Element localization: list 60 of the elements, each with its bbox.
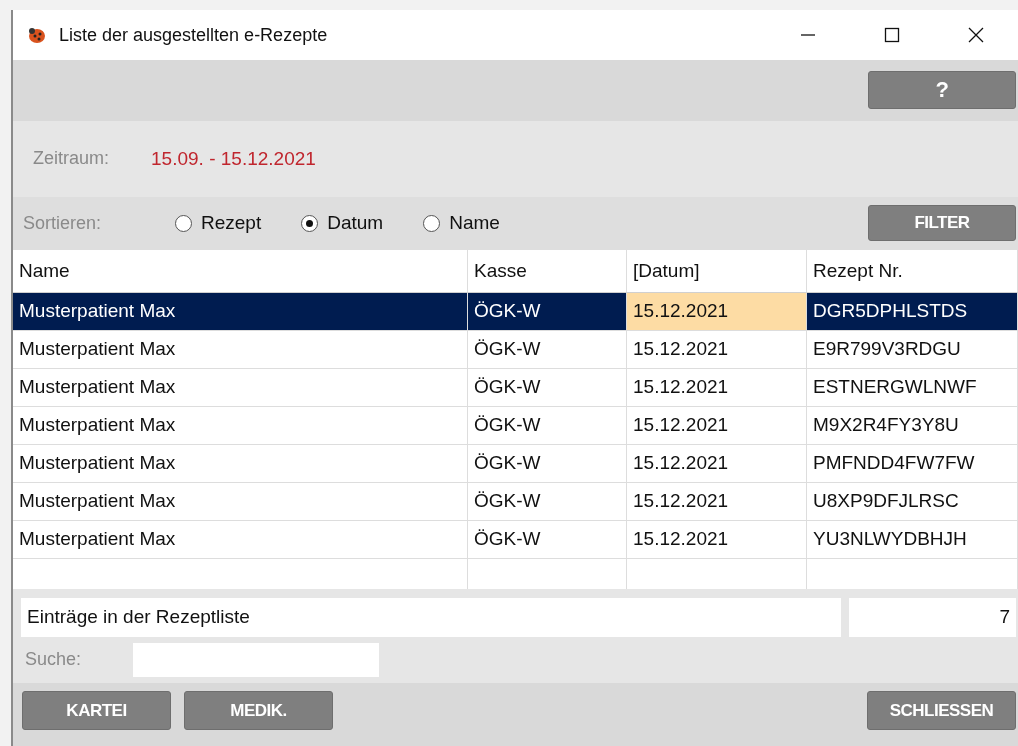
table-cell: E9R799V3RDGU bbox=[807, 330, 1018, 368]
table-row[interactable]: Musterpatient Max ÖGK-W 15.12.2021 YU3NLWYDBHJH bbox=[13, 520, 1018, 559]
sort-label: Sortieren: bbox=[23, 212, 103, 234]
table-cell: 15.12.2021 bbox=[627, 292, 807, 330]
entry-count: 7 bbox=[849, 597, 1016, 637]
table-cell: Musterpatient Max bbox=[13, 520, 468, 558]
table-cell: Musterpatient Max bbox=[13, 368, 468, 406]
table-cell: 15.12.2021 bbox=[627, 368, 807, 406]
table-cell: 15.12.2021 bbox=[627, 520, 807, 558]
window-title: Liste der ausgestellten e-Rezepte bbox=[59, 24, 328, 46]
period-label: Zeitraum: bbox=[33, 148, 110, 170]
action-button[interactable]: MEDIK. bbox=[184, 691, 333, 731]
maximize-icon[interactable] bbox=[882, 25, 902, 45]
radio-button[interactable] bbox=[175, 214, 192, 232]
table-cell: U8XP9DFJLRSC bbox=[807, 482, 1018, 520]
column-header[interactable]: Kasse bbox=[468, 249, 627, 292]
close-icon[interactable] bbox=[966, 25, 986, 45]
table-cell: ÖGK-W bbox=[468, 444, 627, 482]
table-row[interactable]: Musterpatient Max ÖGK-W 15.12.2021 U8XP9DFJLRSC bbox=[13, 482, 1018, 521]
filter-button[interactable]: FILTER bbox=[868, 205, 1016, 242]
table-cell: 15.12.2021 bbox=[627, 482, 807, 520]
table-cell: 15.12.2021 bbox=[627, 444, 807, 482]
table-row[interactable]: Musterpatient Max ÖGK-W 15.12.2021 E9R799V3RDGU bbox=[13, 330, 1018, 369]
column-header[interactable]: Rezept Nr. bbox=[807, 249, 1018, 292]
ladybug-icon bbox=[27, 25, 47, 45]
selected-row[interactable]: Musterpatient Max ÖGK-W 15.12.2021 DGR5DPHLSTDS bbox=[13, 292, 1018, 331]
radio-label: Datum bbox=[327, 212, 384, 235]
radio-button[interactable] bbox=[301, 214, 319, 232]
table-cell: PMFNDD4FW7FW bbox=[807, 444, 1018, 482]
table-cell: ÖGK-W bbox=[468, 330, 627, 368]
action-button[interactable]: KARTEI bbox=[22, 691, 171, 731]
table-row[interactable]: Musterpatient Max ÖGK-W 15.12.2021 PMFNDD4FW7FW bbox=[13, 444, 1018, 483]
table-cell: 15.12.2021 bbox=[627, 330, 807, 368]
help-button[interactable]: ? bbox=[868, 71, 1016, 110]
table-cell: YU3NLWYDBHJH bbox=[807, 520, 1018, 558]
action-button[interactable]: SCHLIESSEN bbox=[867, 691, 1016, 731]
table-cell: ÖGK-W bbox=[468, 406, 627, 444]
radio-button[interactable] bbox=[423, 214, 441, 232]
table-cell: M9X2R4FY3Y8U bbox=[807, 406, 1018, 444]
summary-label: Einträge in der Rezeptliste bbox=[21, 597, 841, 637]
table-cell: 15.12.2021 bbox=[627, 406, 807, 444]
table-cell: ÖGK-W bbox=[468, 482, 627, 520]
table-cell: Musterpatient Max bbox=[13, 292, 468, 330]
search-label: Suche: bbox=[25, 649, 82, 671]
column-header[interactable]: Name bbox=[13, 249, 468, 292]
radio-label: Rezept bbox=[201, 212, 262, 235]
search-field[interactable] bbox=[133, 642, 380, 677]
period-value: 15.09. - 15.12.2021 bbox=[151, 147, 316, 170]
column-header[interactable]: [Datum] bbox=[627, 249, 807, 292]
table-row[interactable]: Musterpatient Max ÖGK-W 15.12.2021 M9X2R4FY3Y8U bbox=[13, 406, 1018, 445]
table-cell: Musterpatient Max bbox=[13, 482, 468, 520]
table-cell: ÖGK-W bbox=[468, 520, 627, 558]
table-row[interactable]: Musterpatient Max ÖGK-W 15.12.2021 ESTNERGWLNWF bbox=[13, 368, 1018, 407]
table-cell: ESTNERGWLNWF bbox=[807, 368, 1018, 406]
table-cell: Musterpatient Max bbox=[13, 444, 468, 482]
table-cell: Musterpatient Max bbox=[13, 406, 468, 444]
table-cell: Musterpatient Max bbox=[13, 330, 468, 368]
table-cell: ÖGK-W bbox=[468, 368, 627, 406]
table-cell: DGR5DPHLSTDS bbox=[807, 292, 1018, 330]
radio-label: Name bbox=[449, 212, 500, 235]
